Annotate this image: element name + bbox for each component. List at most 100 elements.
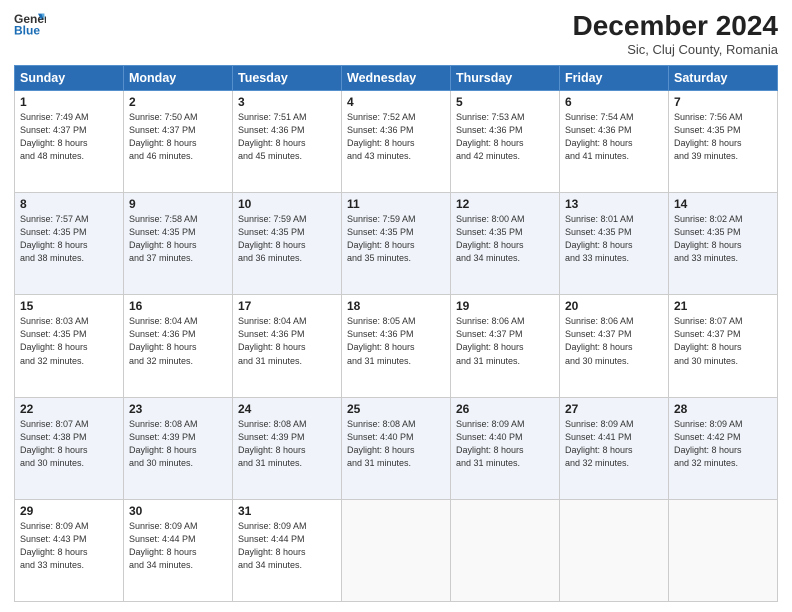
- day-number: 9: [129, 197, 227, 211]
- day-number: 25: [347, 402, 445, 416]
- calendar-cell: 14 Sunrise: 8:02 AM Sunset: 4:35 PM Dayli…: [669, 193, 778, 295]
- calendar-cell: 17 Sunrise: 8:04 AM Sunset: 4:36 PM Dayli…: [233, 295, 342, 397]
- day-number: 28: [674, 402, 772, 416]
- calendar-cell: 3 Sunrise: 7:51 AM Sunset: 4:36 PM Daylig…: [233, 91, 342, 193]
- calendar-cell: 15Sunrise: 8:03 AM Sunset: 4:35 PM Dayli…: [15, 295, 124, 397]
- day-info: Sunrise: 8:08 AM Sunset: 4:40 PM Dayligh…: [347, 418, 445, 470]
- calendar-cell: 9 Sunrise: 7:58 AM Sunset: 4:35 PM Daylig…: [124, 193, 233, 295]
- day-info: Sunrise: 8:06 AM Sunset: 4:37 PM Dayligh…: [456, 315, 554, 367]
- day-info: Sunrise: 8:09 AM Sunset: 4:42 PM Dayligh…: [674, 418, 772, 470]
- calendar-cell: 6Sunrise: 7:54 AM Sunset: 4:36 PM Daylig…: [560, 91, 669, 193]
- day-number: 30: [129, 504, 227, 518]
- calendar-cell: 10 Sunrise: 7:59 AM Sunset: 4:35 PM Dayli…: [233, 193, 342, 295]
- weekday-header-friday: Friday: [560, 66, 669, 91]
- page-header: General Blue December 2024 Sic, Cluj Cou…: [14, 10, 778, 57]
- day-info: Sunrise: 8:01 AM Sunset: 4:35 PM Dayligh…: [565, 213, 663, 265]
- title-block: December 2024 Sic, Cluj County, Romania: [573, 10, 778, 57]
- day-number: 10: [238, 197, 336, 211]
- day-number: 3: [238, 95, 336, 109]
- calendar-cell: 22 Sunrise: 8:07 AM Sunset: 4:38 PM Dayli…: [15, 397, 124, 499]
- calendar-cell: [342, 499, 451, 601]
- calendar-cell: 12 Sunrise: 8:00 AM Sunset: 4:35 PM Dayli…: [451, 193, 560, 295]
- day-info: Sunrise: 8:08 AM Sunset: 4:39 PM Dayligh…: [129, 418, 227, 470]
- day-info: Sunrise: 7:53 AM Sunset: 4:36 PM Dayligh…: [456, 111, 554, 163]
- svg-text:Blue: Blue: [14, 23, 40, 37]
- weekday-header-sunday: Sunday: [15, 66, 124, 91]
- calendar-cell: 29 Sunrise: 8:09 AM Sunset: 4:43 PM Dayli…: [15, 499, 124, 601]
- calendar-cell: 19Sunrise: 8:06 AM Sunset: 4:37 PM Dayli…: [451, 295, 560, 397]
- calendar-cell: 27 Sunrise: 8:09 AM Sunset: 4:41 PM Dayli…: [560, 397, 669, 499]
- day-info: Sunrise: 7:54 AM Sunset: 4:36 PM Dayligh…: [565, 111, 663, 163]
- day-number: 20: [565, 299, 663, 313]
- day-number: 22: [20, 402, 118, 416]
- calendar-cell: 7 Sunrise: 7:56 AM Sunset: 4:35 PM Daylig…: [669, 91, 778, 193]
- day-info: Sunrise: 8:04 AM Sunset: 4:36 PM Dayligh…: [238, 315, 336, 367]
- calendar-cell: [451, 499, 560, 601]
- day-number: 16: [129, 299, 227, 313]
- day-info: Sunrise: 7:57 AM Sunset: 4:35 PM Dayligh…: [20, 213, 118, 265]
- day-number: 27: [565, 402, 663, 416]
- calendar-cell: 2 Sunrise: 7:50 AM Sunset: 4:37 PM Daylig…: [124, 91, 233, 193]
- day-info: Sunrise: 7:50 AM Sunset: 4:37 PM Dayligh…: [129, 111, 227, 163]
- calendar-cell: 13 Sunrise: 8:01 AM Sunset: 4:35 PM Dayli…: [560, 193, 669, 295]
- day-info: Sunrise: 7:59 AM Sunset: 4:35 PM Dayligh…: [238, 213, 336, 265]
- day-info: Sunrise: 8:09 AM Sunset: 4:43 PM Dayligh…: [20, 520, 118, 572]
- weekday-header-saturday: Saturday: [669, 66, 778, 91]
- location: Sic, Cluj County, Romania: [573, 42, 778, 57]
- calendar-cell: 28 Sunrise: 8:09 AM Sunset: 4:42 PM Dayli…: [669, 397, 778, 499]
- day-number: 2: [129, 95, 227, 109]
- day-info: Sunrise: 8:09 AM Sunset: 4:44 PM Dayligh…: [129, 520, 227, 572]
- day-info: Sunrise: 8:08 AM Sunset: 4:39 PM Dayligh…: [238, 418, 336, 470]
- calendar-cell: 26 Sunrise: 8:09 AM Sunset: 4:40 PM Dayli…: [451, 397, 560, 499]
- day-info: Sunrise: 7:49 AM Sunset: 4:37 PM Dayligh…: [20, 111, 118, 163]
- logo: General Blue: [14, 10, 46, 38]
- calendar-cell: 30 Sunrise: 8:09 AM Sunset: 4:44 PM Dayli…: [124, 499, 233, 601]
- calendar-table: SundayMondayTuesdayWednesdayThursdayFrid…: [14, 65, 778, 602]
- day-info: Sunrise: 7:58 AM Sunset: 4:35 PM Dayligh…: [129, 213, 227, 265]
- calendar-cell: 23 Sunrise: 8:08 AM Sunset: 4:39 PM Dayli…: [124, 397, 233, 499]
- day-info: Sunrise: 7:51 AM Sunset: 4:36 PM Dayligh…: [238, 111, 336, 163]
- calendar-cell: 4Sunrise: 7:52 AM Sunset: 4:36 PM Daylig…: [342, 91, 451, 193]
- day-number: 13: [565, 197, 663, 211]
- calendar-cell: 25 Sunrise: 8:08 AM Sunset: 4:40 PM Dayli…: [342, 397, 451, 499]
- day-info: Sunrise: 8:02 AM Sunset: 4:35 PM Dayligh…: [674, 213, 772, 265]
- day-info: Sunrise: 8:09 AM Sunset: 4:41 PM Dayligh…: [565, 418, 663, 470]
- day-number: 31: [238, 504, 336, 518]
- calendar-cell: [560, 499, 669, 601]
- day-info: Sunrise: 8:07 AM Sunset: 4:38 PM Dayligh…: [20, 418, 118, 470]
- logo-icon: General Blue: [14, 10, 46, 38]
- day-info: Sunrise: 8:07 AM Sunset: 4:37 PM Dayligh…: [674, 315, 772, 367]
- day-number: 14: [674, 197, 772, 211]
- day-number: 11: [347, 197, 445, 211]
- calendar-cell: 24 Sunrise: 8:08 AM Sunset: 4:39 PM Dayli…: [233, 397, 342, 499]
- day-number: 21: [674, 299, 772, 313]
- day-info: Sunrise: 8:00 AM Sunset: 4:35 PM Dayligh…: [456, 213, 554, 265]
- day-number: 4: [347, 95, 445, 109]
- calendar-cell: 18Sunrise: 8:05 AM Sunset: 4:36 PM Dayli…: [342, 295, 451, 397]
- day-info: Sunrise: 8:09 AM Sunset: 4:40 PM Dayligh…: [456, 418, 554, 470]
- day-number: 5: [456, 95, 554, 109]
- weekday-header-tuesday: Tuesday: [233, 66, 342, 91]
- day-number: 23: [129, 402, 227, 416]
- day-number: 18: [347, 299, 445, 313]
- day-number: 7: [674, 95, 772, 109]
- day-number: 29: [20, 504, 118, 518]
- calendar-cell: 16 Sunrise: 8:04 AM Sunset: 4:36 PM Dayli…: [124, 295, 233, 397]
- day-info: Sunrise: 7:56 AM Sunset: 4:35 PM Dayligh…: [674, 111, 772, 163]
- day-info: Sunrise: 8:04 AM Sunset: 4:36 PM Dayligh…: [129, 315, 227, 367]
- day-number: 12: [456, 197, 554, 211]
- day-number: 17: [238, 299, 336, 313]
- calendar-cell: [669, 499, 778, 601]
- day-number: 26: [456, 402, 554, 416]
- day-info: Sunrise: 8:06 AM Sunset: 4:37 PM Dayligh…: [565, 315, 663, 367]
- calendar-cell: 5 Sunrise: 7:53 AM Sunset: 4:36 PM Daylig…: [451, 91, 560, 193]
- day-number: 24: [238, 402, 336, 416]
- calendar-cell: 11Sunrise: 7:59 AM Sunset: 4:35 PM Dayli…: [342, 193, 451, 295]
- calendar-cell: 20 Sunrise: 8:06 AM Sunset: 4:37 PM Dayli…: [560, 295, 669, 397]
- month-title: December 2024: [573, 10, 778, 42]
- day-number: 1: [20, 95, 118, 109]
- day-number: 15: [20, 299, 118, 313]
- weekday-header-wednesday: Wednesday: [342, 66, 451, 91]
- weekday-header-monday: Monday: [124, 66, 233, 91]
- weekday-header-thursday: Thursday: [451, 66, 560, 91]
